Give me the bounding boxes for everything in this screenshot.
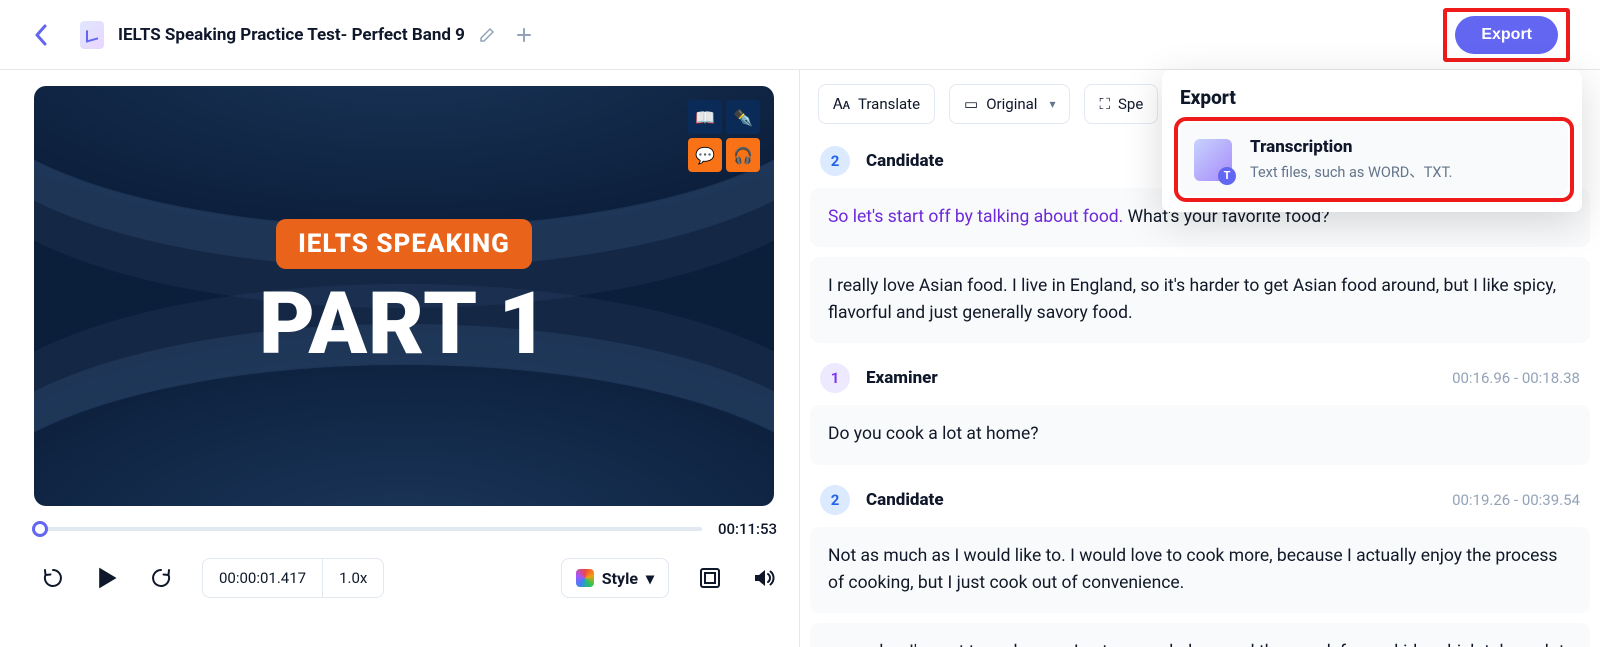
video-corner-icons: 📖 ✒️ 💬 🎧 — [688, 100, 760, 172]
speaker-row[interactable]: 1 Examiner 00:16.96 - 00:18.38 — [810, 351, 1590, 405]
export-popover-title: Export — [1180, 86, 1568, 109]
utterance[interactable]: Not as much as I would like to. I would … — [810, 527, 1590, 613]
volume-icon — [752, 566, 776, 590]
play-button[interactable] — [94, 565, 120, 591]
chevron-left-icon — [34, 24, 48, 46]
utterance[interactable]: every day. I've got to make sure I get m… — [810, 623, 1590, 647]
document-small-icon: ▭ — [964, 95, 978, 113]
style-dropdown[interactable]: Style ▾ — [561, 558, 669, 598]
speaker-badge: 2 — [820, 146, 850, 176]
speaker-row[interactable]: 2 Candidate 00:19.26 - 00:39.54 — [810, 473, 1590, 527]
speaker-name: Examiner — [866, 368, 938, 388]
edit-title-button[interactable] — [479, 27, 495, 43]
chat-icon: 💬 — [688, 138, 722, 172]
export-option-title: Transcription — [1250, 137, 1452, 157]
export-option-subtitle: Text files, such as WORD、TXT. — [1250, 161, 1452, 182]
export-button[interactable]: Export — [1455, 16, 1558, 54]
main-area: 📖 ✒️ 💬 🎧 IELTS SPEAKING PART 1 00:11:53 — [0, 70, 1600, 647]
style-label: Style — [602, 569, 638, 588]
speaker-badge: 1 — [820, 363, 850, 393]
fullscreen-icon — [699, 567, 721, 589]
pencil-icon — [479, 27, 495, 43]
utterance-text: every day. I've got to make sure I get m… — [828, 642, 1565, 647]
utterance-text: Do you cook a lot at home? — [828, 424, 1039, 444]
rewind-button[interactable] — [40, 565, 66, 591]
export-option-highlight: Transcription Text files, such as WORD、T… — [1180, 123, 1568, 196]
export-popover: Export Transcription Text files, such as… — [1162, 70, 1582, 212]
speaker-label: Spe — [1118, 95, 1143, 113]
original-label: Original — [986, 95, 1037, 113]
utterance-text: I really love Asian food. I live in Engl… — [828, 276, 1556, 323]
play-icon — [94, 563, 120, 593]
video-column: 📖 ✒️ 💬 🎧 IELTS SPEAKING PART 1 00:11:53 — [0, 70, 800, 647]
playback-rate-select[interactable]: 1.0x — [322, 558, 384, 598]
speaker-detect-icon: ⛶ — [1099, 95, 1110, 113]
chevron-down-icon: ▾ — [1049, 97, 1055, 111]
volume-button[interactable] — [751, 565, 777, 591]
plus-icon — [517, 28, 531, 42]
seek-slider[interactable] — [40, 527, 702, 531]
total-duration: 00:11:53 — [718, 520, 777, 538]
export-option-transcription[interactable]: Transcription Text files, such as WORD、T… — [1180, 123, 1568, 196]
translate-icon: 🗛 — [833, 95, 850, 113]
export-button-highlight: Export — [1443, 8, 1570, 62]
seek-thumb[interactable] — [32, 521, 48, 537]
document-title: IELTS Speaking Practice Test- Perfect Ba… — [118, 25, 465, 45]
rewind-icon — [41, 566, 65, 590]
video-badge: IELTS SPEAKING — [276, 219, 532, 269]
translate-label: Translate — [858, 95, 920, 113]
headphones-icon: 🎧 — [726, 138, 760, 172]
timestamp: 00:19.26 - 00:39.54 — [1452, 491, 1580, 509]
speaker-button[interactable]: ⛶ Spe — [1084, 84, 1158, 124]
header-bar: IELTS Speaking Practice Test- Perfect Ba… — [0, 0, 1600, 70]
forward-icon — [149, 566, 173, 590]
add-tab-button[interactable] — [513, 24, 535, 46]
back-button[interactable] — [30, 24, 52, 46]
style-swatch-icon — [576, 569, 594, 587]
forward-button[interactable] — [148, 565, 174, 591]
current-time-input[interactable]: 00:00:01.417 — [202, 558, 322, 598]
speaker-name: Candidate — [866, 151, 944, 171]
original-dropdown[interactable]: ▭ Original ▾ — [949, 84, 1070, 124]
transcript-column: 🗛 Translate ▭ Original ▾ ⛶ Spe Export Tr… — [800, 70, 1600, 647]
translate-button[interactable]: 🗛 Translate — [818, 84, 935, 124]
book-icon: 📖 — [688, 100, 722, 134]
speaker-name: Candidate — [866, 490, 944, 510]
utterance-highlight: So let's start off by talking about food… — [828, 207, 1123, 227]
timestamp: 00:16.96 - 00:18.38 — [1452, 369, 1580, 387]
player-controls: 00:11:53 00:00:01.417 1.0x — [34, 506, 783, 598]
chevron-down-icon: ▾ — [646, 569, 654, 588]
video-part: PART 1 — [259, 273, 549, 374]
utterance[interactable]: Do you cook a lot at home? — [810, 405, 1590, 464]
video-preview[interactable]: 📖 ✒️ 💬 🎧 IELTS SPEAKING PART 1 — [34, 86, 774, 506]
utterance-text: Not as much as I would like to. I would … — [828, 546, 1557, 593]
transcription-file-icon — [1194, 139, 1232, 181]
speaker-badge: 2 — [820, 485, 850, 515]
fullscreen-button[interactable] — [697, 565, 723, 591]
pen-icon: ✒️ — [726, 100, 760, 134]
document-icon — [80, 21, 104, 49]
utterance[interactable]: I really love Asian food. I live in Engl… — [810, 257, 1590, 343]
